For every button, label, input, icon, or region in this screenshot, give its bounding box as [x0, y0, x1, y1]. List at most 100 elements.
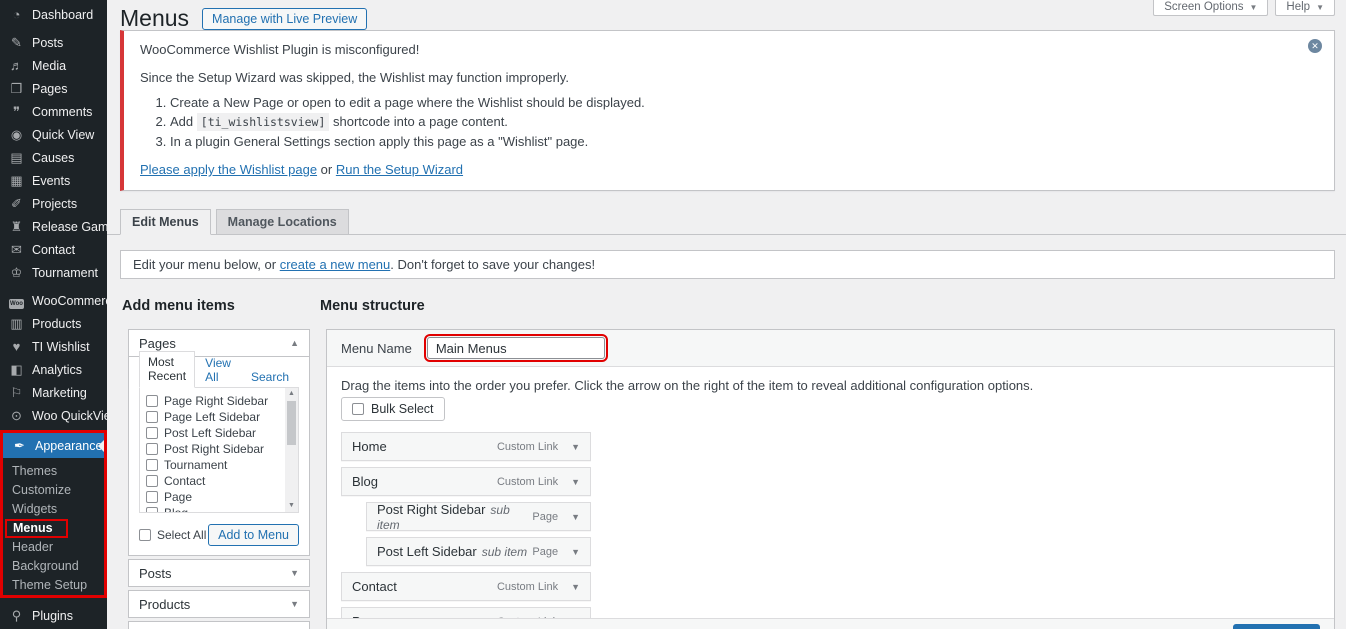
- sidebar-item-quick-view[interactable]: ◉ Quick View: [0, 123, 107, 146]
- sidebar-item-label: Marketing: [32, 386, 87, 400]
- sidebar-item-marketing[interactable]: ⚐ Marketing: [0, 381, 107, 404]
- menu-item-post-right-sidebar[interactable]: Post Right Sidebarsub item Page▼: [366, 502, 591, 531]
- menu-structure-body: Drag the items into the order you prefer…: [327, 367, 1334, 629]
- tab-manage-locations[interactable]: Manage Locations: [216, 209, 349, 235]
- page-checkbox[interactable]: [146, 475, 158, 487]
- bulk-select-control[interactable]: Bulk Select: [341, 397, 445, 421]
- sidebar-item-tournament[interactable]: ♔ Tournament: [0, 261, 107, 284]
- menu-name-input[interactable]: [427, 337, 605, 359]
- tab-view-all[interactable]: View All: [195, 353, 241, 387]
- wordpress-admin-menus-page: ◔ Dashboard ✎ Posts ♬ Media ❒ Pages ❞ Co…: [0, 0, 1346, 629]
- sidebar-item-contact[interactable]: ✉ Contact: [0, 238, 107, 261]
- sidebar-item-media[interactable]: ♬ Media: [0, 54, 107, 77]
- page-checkbox-item[interactable]: Blog: [146, 505, 280, 513]
- sidebar-item-dashboard[interactable]: ◔ Dashboard: [0, 3, 107, 26]
- apply-wishlist-page-link[interactable]: Please apply the Wishlist page: [140, 162, 317, 177]
- sidebar-item-release-game[interactable]: ♜ Release Game: [0, 215, 107, 238]
- posts-panel-title: Posts: [139, 566, 172, 581]
- run-setup-wizard-link[interactable]: Run the Setup Wizard: [336, 162, 463, 177]
- sidebar-item-woocommerce[interactable]: Woo WooCommerce: [0, 289, 107, 312]
- list-scrollbar[interactable]: ▲ ▼: [285, 388, 298, 512]
- causes-panel-header[interactable]: Causes ▼: [129, 622, 309, 629]
- sidebar-item-analytics[interactable]: ◧ Analytics: [0, 358, 107, 381]
- menu-item-home[interactable]: Home Custom Link▼: [341, 432, 591, 461]
- page-checkbox-item[interactable]: Tournament: [146, 457, 280, 472]
- causes-panel: Causes ▼: [128, 621, 310, 629]
- shortcode-chip: [ti_wishlistsview]: [197, 113, 330, 131]
- page-checkbox-item[interactable]: Contact: [146, 473, 280, 488]
- submenu-item-menus-current[interactable]: Menus: [3, 519, 104, 538]
- bulk-select-checkbox[interactable]: [352, 403, 364, 415]
- pages-checklist: Page Right Sidebar Page Left Sidebar Pos…: [139, 387, 299, 513]
- page-checkbox[interactable]: [146, 459, 158, 471]
- expand-panel-icon[interactable]: ▼: [290, 568, 299, 578]
- sidebar-item-projects[interactable]: ✐ Projects: [0, 192, 107, 215]
- tab-edit-menus[interactable]: Edit Menus: [120, 209, 211, 235]
- sidebar-item-label: WooCommerce: [32, 294, 119, 308]
- sidebar-item-label: Dashboard: [32, 8, 93, 22]
- page-checkbox[interactable]: [146, 395, 158, 407]
- menu-item-type: Custom Link: [497, 441, 558, 453]
- menu-item-contact[interactable]: Contact Custom Link▼: [341, 572, 591, 601]
- sidebar-item-appearance-active[interactable]: ✒ Appearance: [3, 433, 104, 458]
- add-to-menu-button[interactable]: Add to Menu: [208, 524, 299, 546]
- sidebar-item-label: Appearance: [35, 439, 102, 453]
- expand-panel-icon[interactable]: ▼: [290, 599, 299, 609]
- page-checkbox[interactable]: [146, 411, 158, 423]
- select-all-control[interactable]: Select All: [139, 528, 206, 542]
- item-toggle-icon[interactable]: ▼: [571, 477, 580, 487]
- help-button[interactable]: Help ▼: [1275, 0, 1335, 16]
- item-toggle-icon[interactable]: ▼: [571, 442, 580, 452]
- tab-search[interactable]: Search: [241, 367, 299, 387]
- posts-panel-header[interactable]: Posts ▼: [129, 560, 309, 586]
- scroll-up-icon[interactable]: ▲: [288, 389, 295, 399]
- sidebar-item-events[interactable]: ▦ Events: [0, 169, 107, 192]
- sidebar-item-plugins[interactable]: ⚲ Plugins: [0, 604, 107, 627]
- sidebar-item-products[interactable]: ▥ Products: [0, 312, 107, 335]
- manage-live-preview-button[interactable]: Manage with Live Preview: [202, 8, 367, 30]
- item-toggle-icon[interactable]: ▼: [571, 547, 580, 557]
- page-checkbox[interactable]: [146, 427, 158, 439]
- products-panel-header[interactable]: Products ▼: [129, 591, 309, 617]
- collapse-panel-icon[interactable]: ▲: [290, 338, 299, 348]
- sidebar-item-ti-wishlist[interactable]: ♥ TI Wishlist: [0, 335, 107, 358]
- page-checkbox-item[interactable]: Page: [146, 489, 280, 504]
- heart-icon: ♥: [9, 339, 24, 354]
- sidebar-item-woo-quickview[interactable]: ⊙ Woo QuickView: [0, 404, 107, 427]
- submenu-item-themes[interactable]: Themes: [3, 462, 104, 481]
- page-checkbox-item[interactable]: Page Right Sidebar: [146, 393, 280, 408]
- menu-item-post-left-sidebar[interactable]: Post Left Sidebarsub item Page▼: [366, 537, 591, 566]
- wishlist-error-notice: WooCommerce Wishlist Plugin is misconfig…: [120, 30, 1335, 191]
- scroll-down-icon[interactable]: ▼: [288, 501, 295, 511]
- submenu-item-customize[interactable]: Customize: [3, 481, 104, 500]
- page-checkbox[interactable]: [146, 507, 158, 514]
- sidebar-item-label: Contact: [32, 243, 75, 257]
- page-checkbox[interactable]: [146, 443, 158, 455]
- submenu-item-background[interactable]: Background: [3, 557, 104, 576]
- item-toggle-icon[interactable]: ▼: [571, 512, 580, 522]
- page-checkbox[interactable]: [146, 491, 158, 503]
- dismiss-notice-icon[interactable]: ✕: [1308, 39, 1322, 53]
- submenu-item-widgets[interactable]: Widgets: [3, 500, 104, 519]
- page-checkbox-item[interactable]: Post Left Sidebar: [146, 425, 280, 440]
- sidebar-item-posts[interactable]: ✎ Posts: [0, 31, 107, 54]
- magnifier-icon: ⊙: [9, 408, 24, 424]
- scrollbar-thumb[interactable]: [287, 401, 296, 445]
- submenu-item-theme-setup[interactable]: Theme Setup: [3, 576, 104, 595]
- sidebar-item-causes[interactable]: ▤ Causes: [0, 146, 107, 169]
- menu-item-blog[interactable]: Blog Custom Link▼: [341, 467, 591, 496]
- save-menu-button[interactable]: Save Menu: [1233, 624, 1320, 629]
- add-menu-items-heading: Add menu items: [122, 298, 310, 316]
- screen-options-button[interactable]: Screen Options ▼: [1153, 0, 1268, 16]
- media-icon: ♬: [9, 58, 24, 73]
- sidebar-item-label: Plugins: [32, 609, 73, 623]
- page-checkbox-item[interactable]: Page Left Sidebar: [146, 409, 280, 424]
- sidebar-item-comments[interactable]: ❞ Comments: [0, 100, 107, 123]
- item-toggle-icon[interactable]: ▼: [571, 582, 580, 592]
- sidebar-item-pages[interactable]: ❒ Pages: [0, 77, 107, 100]
- tab-most-recent[interactable]: Most Recent: [139, 351, 195, 388]
- select-all-checkbox[interactable]: [139, 529, 151, 541]
- submenu-item-header[interactable]: Header: [3, 538, 104, 557]
- create-new-menu-link[interactable]: create a new menu: [280, 257, 391, 272]
- page-checkbox-item[interactable]: Post Right Sidebar: [146, 441, 280, 456]
